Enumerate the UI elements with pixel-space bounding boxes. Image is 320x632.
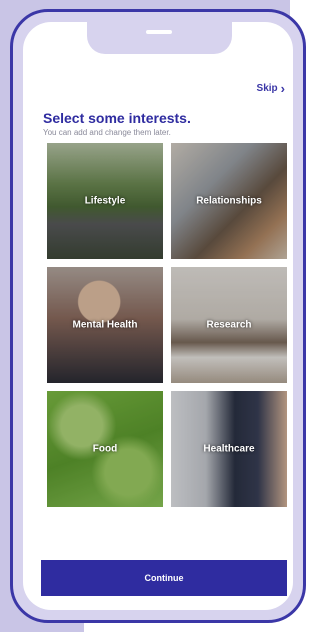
- continue-button[interactable]: Continue: [41, 560, 287, 596]
- app-screen: Skip › Select some interests. You can ad…: [23, 22, 293, 610]
- interest-label: Healthcare: [203, 443, 255, 455]
- page-title: Select some interests.: [43, 110, 191, 126]
- interest-label: Lifestyle: [84, 195, 126, 207]
- chevron-right-icon: ›: [280, 80, 285, 96]
- phone-frame: Skip › Select some interests. You can ad…: [10, 9, 306, 623]
- interest-tile-research[interactable]: Research: [171, 267, 287, 383]
- interest-grid: Lifestyle Relationships Mental Health Re…: [47, 143, 291, 507]
- interest-label: Food: [92, 443, 118, 455]
- interest-tile-food[interactable]: Food: [47, 391, 163, 507]
- page-subtitle: You can add and change them later.: [43, 128, 171, 137]
- interest-label: Mental Health: [72, 319, 138, 331]
- interest-tile-relationships[interactable]: Relationships: [171, 143, 287, 259]
- phone-notch: [87, 22, 232, 54]
- skip-button[interactable]: Skip ›: [256, 80, 285, 96]
- interest-tile-mental-health[interactable]: Mental Health: [47, 267, 163, 383]
- interest-tile-lifestyle[interactable]: Lifestyle: [47, 143, 163, 259]
- interest-label: Relationships: [196, 195, 262, 207]
- interest-label: Research: [206, 319, 252, 331]
- interest-tile-healthcare[interactable]: Healthcare: [171, 391, 287, 507]
- speaker-icon: [146, 30, 172, 34]
- skip-label: Skip: [256, 83, 278, 94]
